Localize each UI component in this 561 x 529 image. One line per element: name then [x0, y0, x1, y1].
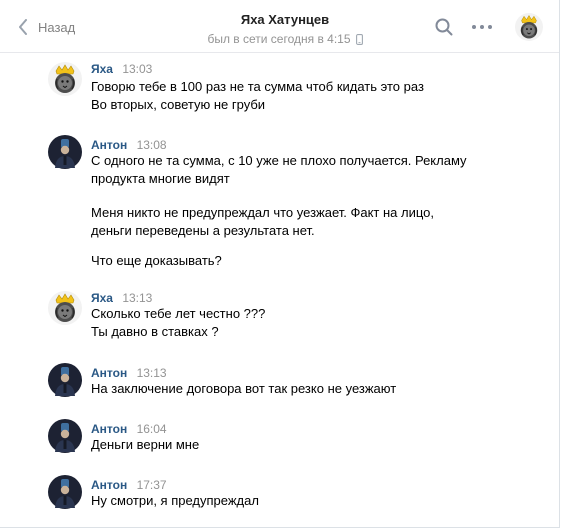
- search-icon[interactable]: [435, 18, 453, 36]
- chat-header: Назад Яха Хатунцев был в сети сегодня в …: [0, 0, 559, 53]
- chat-title[interactable]: Яха Хатунцев: [160, 12, 410, 28]
- person-avatar[interactable]: [48, 135, 82, 169]
- message-time[interactable]: 17:37: [137, 478, 167, 492]
- message-text: На заключение договора вот так резко не …: [91, 381, 397, 396]
- chevron-left-icon: [19, 19, 27, 35]
- more-dots-icon[interactable]: [472, 25, 492, 29]
- message-header: Антон 17:37: [91, 478, 167, 492]
- message-author[interactable]: Антон: [91, 422, 127, 436]
- message-text: Во вторых, советую не груби: [91, 97, 266, 112]
- message-text: деньги переведены а результата нет.: [91, 223, 315, 238]
- message-header: Яха 13:13: [91, 291, 152, 305]
- message-time[interactable]: 13:13: [137, 366, 167, 380]
- message-text: Что еще доказывать?: [91, 253, 222, 268]
- message-header: Антон 13:13: [91, 366, 167, 380]
- message-author[interactable]: Антон: [91, 366, 127, 380]
- message-time[interactable]: 13:08: [137, 138, 167, 152]
- lion-avatar[interactable]: [48, 291, 82, 325]
- contact-avatar[interactable]: [515, 13, 543, 41]
- message-header: Антон 16:04: [91, 422, 167, 436]
- message-text: продукта многие видят: [91, 171, 230, 186]
- lion-avatar[interactable]: [48, 62, 82, 96]
- message-text: Ну смотри, я предупреждал: [91, 493, 259, 508]
- message-text: С одного не та сумма, с 10 уже не плохо …: [91, 153, 467, 168]
- message-text: Сколько тебе лет честно ???: [91, 306, 266, 321]
- message-author[interactable]: Антон: [91, 138, 127, 152]
- message-author[interactable]: Яха: [91, 291, 113, 305]
- message-header: Яха 13:03: [91, 62, 152, 76]
- message-author[interactable]: Яха: [91, 62, 113, 76]
- message-text: Деньги верни мне: [91, 437, 200, 452]
- message-time[interactable]: 13:13: [122, 291, 152, 305]
- message-text: Ты давно в ставках ?: [91, 324, 219, 339]
- online-status: был в сети сегодня в 4:15: [207, 32, 363, 46]
- person-avatar[interactable]: [48, 419, 82, 453]
- back-label: Назад: [38, 19, 76, 35]
- message-header: Антон 13:08: [91, 138, 167, 152]
- message-text: Говорю тебе в 100 раз не та сумма чтоб к…: [91, 79, 424, 94]
- back-button[interactable]: Назад: [18, 14, 75, 40]
- phone-icon: [355, 33, 363, 45]
- chat-title-block[interactable]: Яха Хатунцев был в сети сегодня в 4:15: [160, 12, 410, 48]
- online-status-text: был в сети сегодня в 4:15: [207, 32, 351, 46]
- message-time[interactable]: 16:04: [137, 422, 167, 436]
- message-time[interactable]: 13:03: [122, 62, 152, 76]
- message-text: Меня никто не предупреждал что уезжает. …: [91, 205, 435, 220]
- message-author[interactable]: Антон: [91, 478, 127, 492]
- chat-window: Назад Яха Хатунцев был в сети сегодня в …: [0, 0, 560, 528]
- person-avatar[interactable]: [48, 363, 82, 397]
- person-avatar[interactable]: [48, 475, 82, 509]
